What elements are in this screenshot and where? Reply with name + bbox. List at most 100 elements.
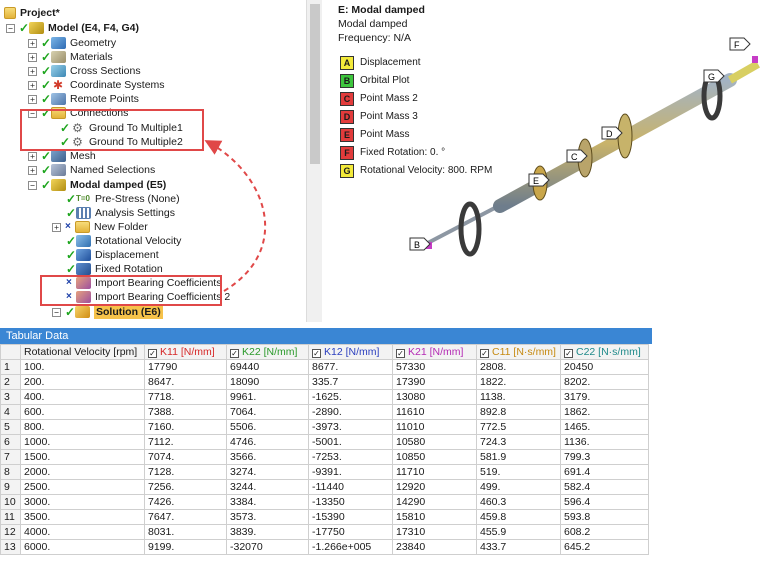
table-cell[interactable]: 17310 [392,524,477,540]
table-cell[interactable]: 724.3 [476,434,561,450]
table-cell[interactable]: 8677. [308,359,393,375]
table-cell[interactable]: 11710 [392,464,477,480]
table-cell[interactable]: 3839. [226,524,309,540]
table-cell[interactable]: 772.5 [476,419,561,435]
table-cell[interactable]: 460.3 [476,494,561,510]
table-cell[interactable]: 1136. [560,434,649,450]
table-cell[interactable]: 8031. [144,524,227,540]
table-cell[interactable]: 1000. [20,434,145,450]
table-cell[interactable]: 2808. [476,359,561,375]
table-cell[interactable]: 499. [476,479,561,495]
table-row[interactable]: 6 1000. 7112. 4746. -5001. 10580 724.3 1136. [0,434,649,450]
table-cell[interactable]: 10850 [392,449,477,465]
table-cell[interactable]: -32070 [226,539,309,555]
table-cell[interactable]: 100. [20,359,145,375]
column-checkbox[interactable]: ✓ [480,348,489,358]
table-cell[interactable]: 17390 [392,374,477,390]
row-number-cell[interactable]: 1 [0,359,21,375]
table-cell[interactable]: 7160. [144,419,227,435]
table-cell[interactable]: 7074. [144,449,227,465]
column-checkbox[interactable]: ✓ [564,348,573,358]
table-cell[interactable]: 6000. [20,539,145,555]
table-cell[interactable]: 800. [20,419,145,435]
table-cell[interactable]: 645.2 [560,539,649,555]
tree-scroll-thumb[interactable] [310,4,320,164]
table-cell[interactable]: 2500. [20,479,145,495]
column-header-k21[interactable]: ✓ K21 [N/mm] [392,344,477,360]
table-cell[interactable]: -7253. [308,449,393,465]
table-row[interactable]: 3 400. 7718. 9961. -1625. 13080 1138. 3179. [0,389,649,405]
row-number-cell[interactable]: 2 [0,374,21,390]
table-cell[interactable]: -15390 [308,509,393,525]
table-cell[interactable]: 799.3 [560,449,649,465]
table-cell[interactable]: 600. [20,404,145,420]
table-row[interactable]: 10 3000. 7426. 3384. -13350 14290 460.3 596.4 [0,494,649,510]
table-cell[interactable]: -1.266e+005 [308,539,393,555]
row-number-cell[interactable]: 13 [0,539,21,555]
table-cell[interactable]: 12920 [392,479,477,495]
table-row[interactable]: 5 800. 7160. 5506. -3973. 11010 772.5 1465. [0,419,649,435]
column-header-c22[interactable]: ✓ C22 [N·s/mm] [560,344,649,360]
row-number-cell[interactable]: 12 [0,524,21,540]
table-cell[interactable]: 608.2 [560,524,649,540]
table-cell[interactable]: 3274. [226,464,309,480]
table-row[interactable]: 9 2500. 7256. 3244. -11440 12920 499. 582.4 [0,479,649,495]
column-checkbox[interactable]: ✓ [148,348,157,358]
table-cell[interactable]: 200. [20,374,145,390]
table-row[interactable]: 2 200. 8647. 18090 335.7 17390 1822. 8202. [0,374,649,390]
column-checkbox[interactable]: ✓ [230,348,239,358]
table-row[interactable]: 1 100. 17790 69440 8677. 57330 2808. 20450 [0,359,649,375]
table-cell[interactable]: 1500. [20,449,145,465]
rotor-shaft-model[interactable]: B E C D F G [390,30,760,270]
table-row[interactable]: 12 4000. 8031. 3839. -17750 17310 455.9 608.2 [0,524,649,540]
table-row[interactable]: 8 2000. 7128. 3274. -9391. 11710 519. 691.4 [0,464,649,480]
column-checkbox[interactable]: ✓ [312,348,321,358]
table-cell[interactable]: 3500. [20,509,145,525]
table-row[interactable]: 11 3500. 7647. 3573. -15390 15810 459.8 593.8 [0,509,649,525]
table-cell[interactable]: 593.8 [560,509,649,525]
table-cell[interactable]: 596.4 [560,494,649,510]
row-number-cell[interactable]: 3 [0,389,21,405]
table-cell[interactable]: -17750 [308,524,393,540]
table-cell[interactable]: 3000. [20,494,145,510]
table-cell[interactable]: 1138. [476,389,561,405]
column-checkbox[interactable]: ✓ [396,348,405,358]
table-cell[interactable]: -9391. [308,464,393,480]
table-cell[interactable]: 4746. [226,434,309,450]
table-cell[interactable]: 4000. [20,524,145,540]
row-number-cell[interactable]: 4 [0,404,21,420]
table-cell[interactable]: 582.4 [560,479,649,495]
column-header-k12[interactable]: ✓ K12 [N/mm] [308,344,393,360]
table-cell[interactable]: 433.7 [476,539,561,555]
table-cell[interactable]: 14290 [392,494,477,510]
table-cell[interactable]: 18090 [226,374,309,390]
table-cell[interactable]: 3566. [226,449,309,465]
column-header-k22[interactable]: ✓ K22 [N/mm] [226,344,309,360]
row-number-cell[interactable]: 8 [0,464,21,480]
table-cell[interactable]: 7128. [144,464,227,480]
table-cell[interactable]: 11610 [392,404,477,420]
tree-scrollbar[interactable] [306,0,322,322]
table-cell[interactable]: 892.8 [476,404,561,420]
table-cell[interactable]: -3973. [308,419,393,435]
table-cell[interactable]: -11440 [308,479,393,495]
table-cell[interactable]: 7388. [144,404,227,420]
table-cell[interactable]: 7647. [144,509,227,525]
table-cell[interactable]: -1625. [308,389,393,405]
column-header-rotational-velocity[interactable]: Rotational Velocity [rpm] [20,344,145,360]
row-number-cell[interactable]: 6 [0,434,21,450]
table-cell[interactable]: 400. [20,389,145,405]
table-cell[interactable]: 3179. [560,389,649,405]
table-cell[interactable]: 17790 [144,359,227,375]
table-cell[interactable]: 581.9 [476,449,561,465]
table-cell[interactable]: 5506. [226,419,309,435]
table-cell[interactable]: 459.8 [476,509,561,525]
table-cell[interactable]: 69440 [226,359,309,375]
table-cell[interactable]: 8647. [144,374,227,390]
table-cell[interactable]: 13080 [392,389,477,405]
table-cell[interactable]: -5001. [308,434,393,450]
table-cell[interactable]: 9199. [144,539,227,555]
table-row[interactable]: 4 600. 7388. 7064. -2890. 11610 892.8 1862. [0,404,649,420]
table-cell[interactable]: 1465. [560,419,649,435]
table-cell[interactable]: 2000. [20,464,145,480]
